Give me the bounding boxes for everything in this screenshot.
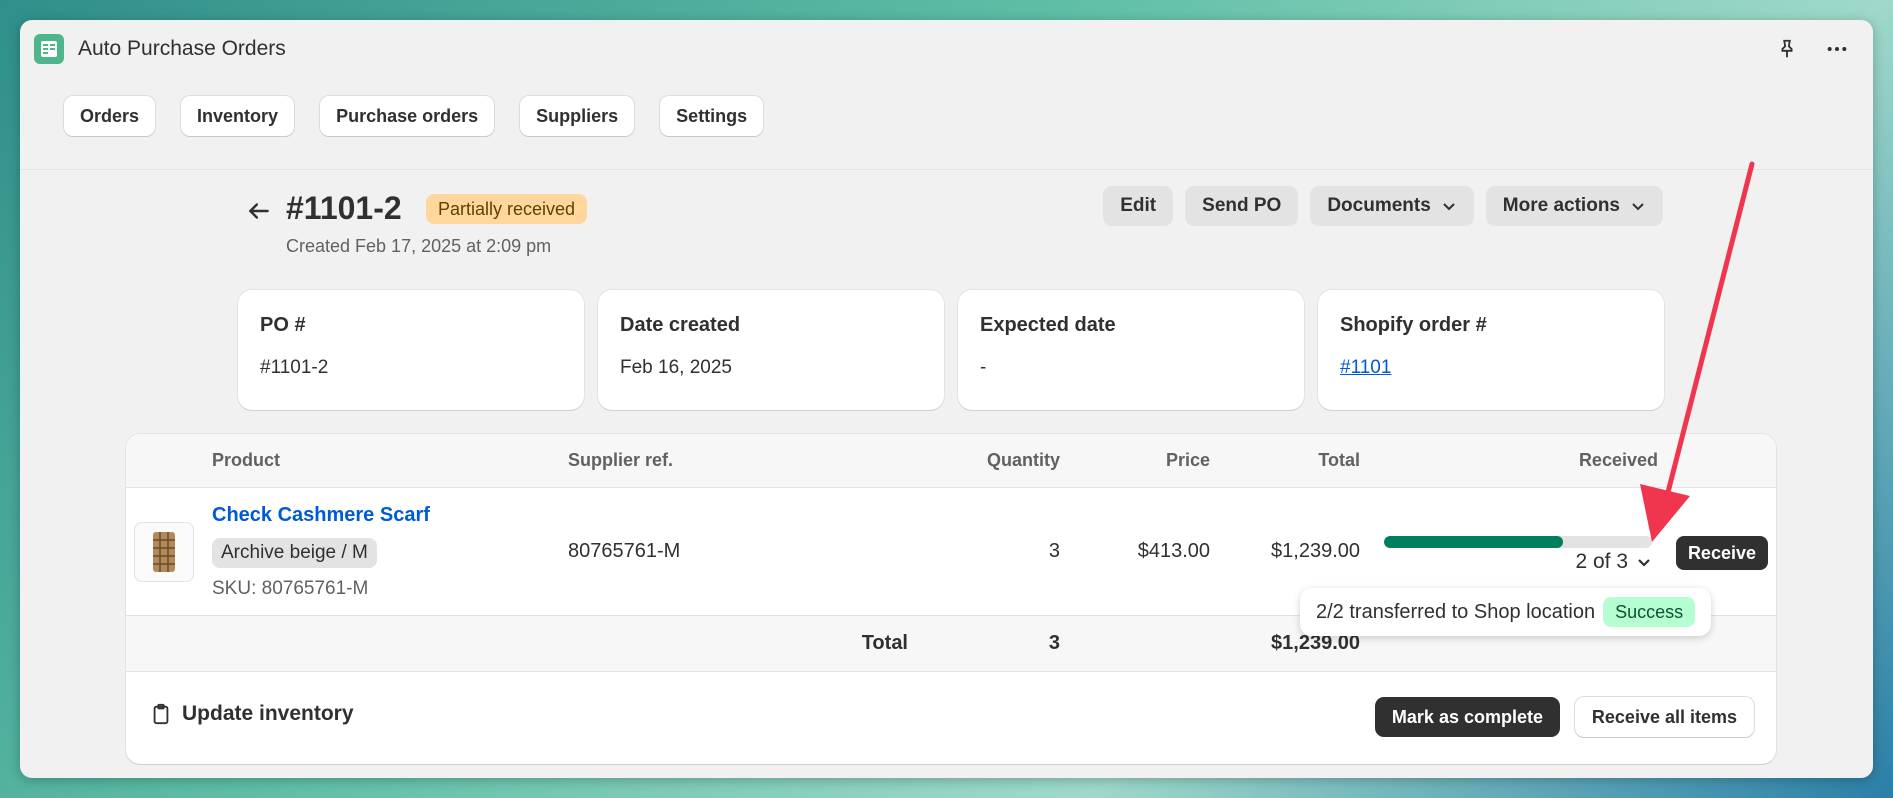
po-number-card: PO # #1101-2 xyxy=(238,290,584,410)
receive-all-button[interactable]: Receive all items xyxy=(1574,697,1754,737)
progress-fill xyxy=(1384,536,1563,548)
received-count: 2 of 3 xyxy=(1575,550,1628,573)
received-progress-bar xyxy=(1384,536,1652,548)
tab-orders[interactable]: Orders xyxy=(64,96,156,136)
card-label: Date created xyxy=(620,314,741,336)
date-created-card: Date created Feb 16, 2025 xyxy=(598,290,944,410)
col-product: Product xyxy=(212,450,281,470)
totals-label: Total xyxy=(861,632,908,654)
card-value: - xyxy=(980,357,987,378)
edit-button[interactable]: Edit xyxy=(1103,186,1174,226)
update-inventory-label: Update inventory xyxy=(182,702,354,725)
price-cell: $413.00 xyxy=(1137,540,1210,562)
received-count-toggle[interactable]: 2 of 3 xyxy=(1575,550,1652,574)
spreadsheet-icon xyxy=(34,34,64,64)
header-actions: Edit Send PO Documents More actions xyxy=(1103,186,1663,226)
transfer-status-tooltip: 2/2 transferred to Shop location Success xyxy=(1300,588,1712,636)
tab-inventory[interactable]: Inventory xyxy=(181,96,295,136)
mark-complete-button[interactable]: Mark as complete xyxy=(1374,697,1560,737)
product-link[interactable]: Check Cashmere Scarf xyxy=(212,504,430,527)
clipboard-icon xyxy=(153,703,169,725)
card-label: Expected date xyxy=(980,314,1116,336)
col-quantity: Quantity xyxy=(986,450,1060,470)
card-value: #1101-2 xyxy=(260,357,329,378)
product-thumbnail xyxy=(134,522,194,582)
tab-purchase-orders[interactable]: Purchase orders xyxy=(320,96,495,136)
more-actions-button[interactable]: More actions xyxy=(1485,186,1663,226)
documents-button[interactable]: Documents xyxy=(1310,186,1474,226)
col-price: Price xyxy=(1165,450,1210,470)
card-label: Shopify order # xyxy=(1340,314,1487,336)
chevron-down-icon xyxy=(1443,203,1455,211)
tab-settings[interactable]: Settings xyxy=(660,96,764,136)
nav-tabs: Orders Inventory Purchase orders Supplie… xyxy=(20,96,1873,170)
send-po-button[interactable]: Send PO xyxy=(1185,186,1299,226)
created-timestamp: Created Feb 17, 2025 at 2:09 pm xyxy=(286,236,552,256)
shopify-order-card: Shopify order # #1101 xyxy=(1318,290,1664,410)
chevron-down-icon xyxy=(1638,559,1650,567)
status-badge: Partially received xyxy=(426,194,588,224)
documents-label: Documents xyxy=(1327,195,1431,216)
pin-icon[interactable] xyxy=(1773,35,1801,63)
success-badge: Success xyxy=(1603,597,1696,627)
col-total: Total xyxy=(1318,450,1360,470)
receive-button[interactable]: Receive xyxy=(1675,536,1768,570)
tab-suppliers[interactable]: Suppliers xyxy=(520,96,635,136)
card-value: Feb 16, 2025 xyxy=(620,357,732,378)
tooltip-text: 2/2 transferred to Shop location xyxy=(1316,600,1596,623)
table-header: Product Supplier ref. Quantity Price Tot… xyxy=(126,434,1776,488)
totals-quantity: 3 xyxy=(1048,632,1060,654)
more-actions-label: More actions xyxy=(1502,195,1620,216)
variant-badge: Archive beige / M xyxy=(212,538,377,568)
title-bar: Auto Purchase Orders xyxy=(20,20,1873,78)
supplier-ref-cell: 80765761-M xyxy=(568,540,681,562)
table-footer: Update inventory Mark as complete Receiv… xyxy=(126,672,1776,762)
app-title: Auto Purchase Orders xyxy=(78,37,286,60)
back-arrow-icon[interactable] xyxy=(246,198,274,226)
chevron-down-icon xyxy=(1632,203,1644,211)
total-cell: $1,239.00 xyxy=(1271,540,1360,562)
col-supplier-ref: Supplier ref. xyxy=(568,450,674,470)
page-title: #1101-2 xyxy=(286,190,402,226)
product-sku: SKU: 80765761-M xyxy=(212,578,369,599)
quantity-cell: 3 xyxy=(1048,540,1060,562)
col-received: Received xyxy=(1578,450,1658,470)
update-inventory-button[interactable]: Update inventory xyxy=(150,702,354,726)
expected-date-card: Expected date - xyxy=(958,290,1304,410)
summary-cards: PO # #1101-2 Date created Feb 16, 2025 E… xyxy=(238,290,1664,410)
shopify-order-link[interactable]: #1101 xyxy=(1340,357,1391,378)
card-label: PO # xyxy=(260,314,306,336)
more-options-icon[interactable] xyxy=(1823,35,1851,63)
